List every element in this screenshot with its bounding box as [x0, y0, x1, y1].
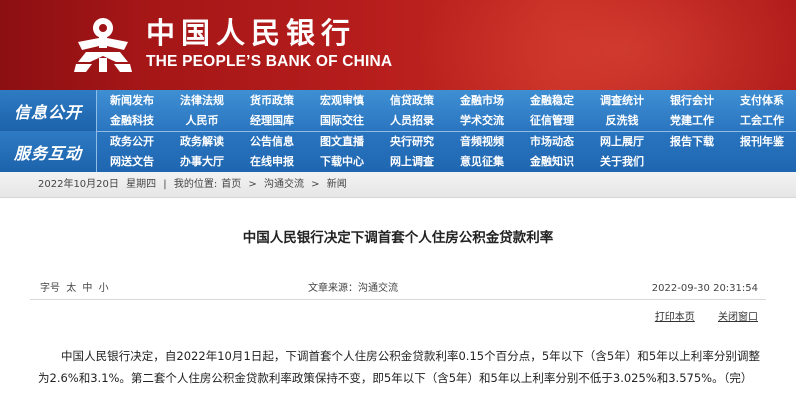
article-meta-bar: 字号 太 中 小 文章来源：沟通交流 2022-09-30 20:31:54 [30, 280, 766, 300]
nav-item[interactable]: 法律法规 [167, 91, 237, 111]
article-source: 文章来源：沟通交流 [308, 283, 398, 294]
nav-item[interactable]: 党建工作 [657, 111, 727, 131]
bank-name-chinese: 中国人民银行 [146, 16, 357, 50]
breadcrumb-arrow: > [311, 179, 320, 190]
breadcrumb-arrow: > [248, 179, 257, 190]
nav-item[interactable]: 政务解读 [167, 132, 237, 152]
nav-row-2: 金融科技 人民币 经理国库 国际交往 人员招录 学术交流 征信管理 反洗钱 党建… [97, 111, 796, 131]
nav-item[interactable]: 调查统计 [587, 91, 657, 111]
nav-item[interactable]: 公告信息 [237, 132, 307, 152]
header-banner: 中国人民银行 THE PEOPLE’S BANK OF CHINA [0, 0, 796, 90]
nav-item[interactable]: 金融市场 [447, 91, 517, 111]
breadcrumb: 2022年10月20日 星期四 | 我的位置: 首页 > 沟通交流 > 新闻 [0, 172, 796, 198]
main-navigation: 信息公开 服务互动 新闻发布 法律法规 货币政策 宏观审慎 信贷政策 金融市场 … [0, 90, 796, 172]
breadcrumb-home-link[interactable]: 首页 [221, 179, 241, 190]
nav-item[interactable]: 货币政策 [237, 91, 307, 111]
nav-item[interactable]: 支付体系 [727, 91, 796, 111]
nav-item[interactable]: 报告下载 [657, 132, 727, 152]
nav-item[interactable]: 办事大厅 [167, 152, 237, 172]
nav-item[interactable]: 反洗钱 [587, 111, 657, 131]
bank-name-english: THE PEOPLE’S BANK OF CHINA [146, 53, 393, 70]
nav-item[interactable]: 征信管理 [517, 111, 587, 131]
nav-item[interactable]: 银行会计 [657, 91, 727, 111]
breadcrumb-communication-link[interactable]: 沟通交流 [264, 179, 304, 190]
current-date: 2022年10月20日 [38, 179, 119, 190]
nav-section-info-disclosure[interactable]: 信息公开 [0, 90, 96, 131]
nav-item[interactable]: 工会工作 [727, 111, 796, 131]
nav-item[interactable]: 人民币 [167, 111, 237, 131]
close-window-link[interactable]: 关闭窗口 [718, 312, 758, 323]
location-prefix: 我的位置: [173, 179, 218, 190]
article-body: 中国人民银行决定，自2022年10月1日起，下调首套个人住房公积金贷款利率0.1… [38, 349, 760, 385]
nav-row-3: 政务公开 政务解读 公告信息 图文直播 央行研究 音频视频 市场动态 网上展厅 … [97, 132, 796, 152]
breadcrumb-separator: | [163, 179, 167, 190]
article-actions: 打印本页 关闭窗口 [635, 310, 758, 326]
font-size-large-button[interactable]: 太 [66, 283, 76, 294]
nav-item[interactable]: 网上调查 [377, 152, 447, 172]
nav-item[interactable]: 金融知识 [517, 152, 587, 172]
nav-item[interactable]: 报刊年鉴 [727, 132, 796, 152]
nav-item[interactable]: 新闻发布 [97, 91, 167, 111]
nav-item[interactable]: 音频视频 [447, 132, 517, 152]
nav-item[interactable]: 政务公开 [97, 132, 167, 152]
nav-item[interactable]: 市场动态 [517, 132, 587, 152]
nav-item[interactable]: 图文直播 [307, 132, 377, 152]
nav-row-1: 新闻发布 法律法规 货币政策 宏观审慎 信贷政策 金融市场 金融稳定 调查统计 … [97, 91, 796, 111]
nav-item[interactable]: 网送文告 [97, 152, 167, 172]
article-datetime: 2022-09-30 20:31:54 [651, 283, 758, 294]
nav-grid: 新闻发布 法律法规 货币政策 宏观审慎 信贷政策 金融市场 金融稳定 调查统计 … [96, 90, 796, 172]
nav-item[interactable]: 金融稳定 [517, 91, 587, 111]
nav-item[interactable]: 信贷政策 [377, 91, 447, 111]
nav-item[interactable]: 国际交往 [307, 111, 377, 131]
nav-item[interactable]: 人员招录 [377, 111, 447, 131]
nav-item[interactable]: 央行研究 [377, 132, 447, 152]
nav-item[interactable]: 宏观审慎 [307, 91, 377, 111]
breadcrumb-news-link[interactable]: 新闻 [327, 179, 347, 190]
nav-item[interactable]: 意见征集 [447, 152, 517, 172]
current-weekday: 星期四 [126, 179, 157, 190]
nav-item[interactable]: 金融科技 [97, 111, 167, 131]
nav-item[interactable]: 经理国库 [237, 111, 307, 131]
font-size-small-button[interactable]: 小 [99, 283, 109, 294]
nav-item[interactable]: 网上展厅 [587, 132, 657, 152]
nav-row-4: 网送文告 办事大厅 在线申报 下载中心 网上调查 意见征集 金融知识 关于我们 [97, 152, 796, 172]
pboc-emblem-icon[interactable] [72, 16, 134, 74]
font-size-medium-button[interactable]: 中 [82, 283, 92, 294]
article-title: 中国人民银行决定下调首套个人住房公积金贷款利率 [242, 230, 554, 246]
font-size-label: 字号 [40, 283, 60, 294]
nav-item[interactable]: 关于我们 [587, 152, 657, 172]
font-size-selector: 字号 太 中 小 [40, 280, 112, 298]
print-page-link[interactable]: 打印本页 [655, 312, 695, 323]
banner-glow [416, 0, 796, 90]
nav-item[interactable]: 学术交流 [447, 111, 517, 131]
nav-item[interactable]: 下载中心 [307, 152, 377, 172]
nav-item[interactable]: 在线申报 [237, 152, 307, 172]
nav-section-service-interaction[interactable]: 服务互动 [0, 131, 96, 172]
